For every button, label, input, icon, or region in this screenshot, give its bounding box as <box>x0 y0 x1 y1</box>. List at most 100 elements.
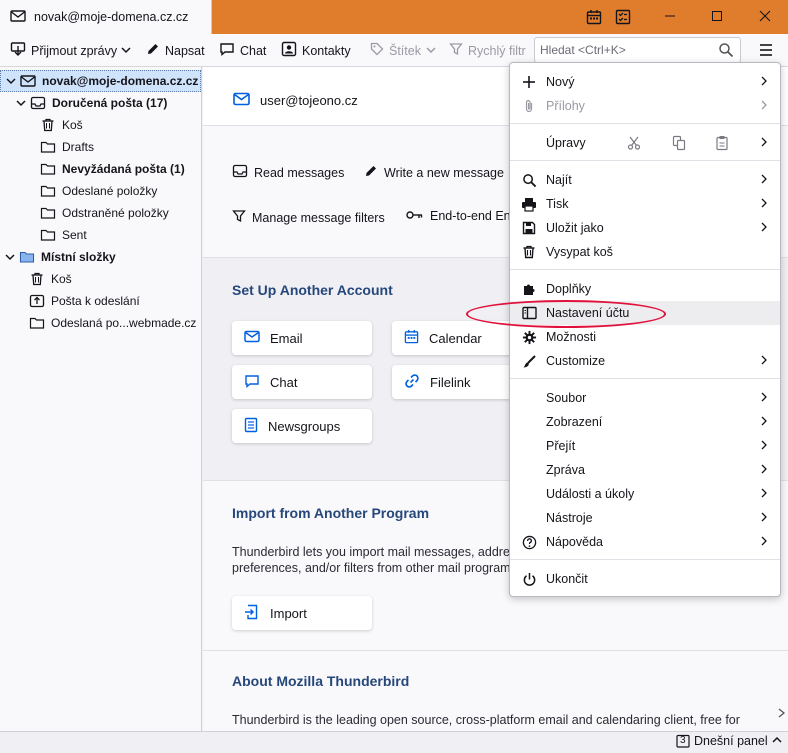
today-pane-toggle[interactable]: 3 Dnešní panel <box>676 734 782 748</box>
content-scrollbar[interactable] <box>778 707 786 725</box>
mail-icon <box>244 330 260 346</box>
folder-sent[interactable]: Sent <box>0 224 201 246</box>
folder-icon <box>40 227 56 243</box>
folder-local[interactable]: Místní složky <box>0 246 201 268</box>
folder-account[interactable]: novak@moje-domena.cz.cz <box>0 70 201 92</box>
menu-tools[interactable]: Nástroje <box>510 506 780 530</box>
import-button[interactable]: Import <box>232 596 372 630</box>
paperclip-icon <box>521 98 537 114</box>
app-menu: Nový Přílohy Úpravy Najít Tisk Uložit ja… <box>509 62 781 597</box>
menu-addons[interactable]: Doplňky <box>510 277 780 301</box>
pencil-icon <box>364 164 378 181</box>
chat-icon <box>244 374 260 391</box>
folder-icon <box>40 161 56 177</box>
plus-icon <box>521 74 537 90</box>
chevron-down-icon[interactable] <box>5 76 17 86</box>
app-menu-button[interactable] <box>756 41 776 59</box>
menu-save-as[interactable]: Uložit jako <box>510 216 780 240</box>
get-messages-icon <box>10 41 26 60</box>
folder-icon <box>40 205 56 221</box>
setup-newsgroups-button[interactable]: Newsgroups <box>232 409 372 443</box>
folder-sent-webmade[interactable]: Odeslaná po...webmade.cz <box>0 312 201 334</box>
chevron-right-icon <box>760 172 768 189</box>
menu-attachments[interactable]: Přílohy <box>510 94 780 118</box>
brush-icon <box>521 353 537 369</box>
tag-button[interactable]: Štítek <box>370 34 436 67</box>
close-button[interactable] <box>750 4 780 28</box>
tab-account[interactable]: novak@moje-domena.cz.cz <box>0 0 212 34</box>
calendar-icon[interactable] <box>585 8 603 26</box>
about-section: About Mozilla Thunderbird Thunderbird is… <box>203 650 788 731</box>
folder-drafts[interactable]: Drafts <box>0 136 201 158</box>
chevron-up-icon <box>772 734 782 748</box>
folder-junk[interactable]: Nevyžádaná pošta (1) <box>0 158 201 180</box>
get-messages-button[interactable]: Přijmout zprávy <box>10 34 117 67</box>
minimize-button[interactable] <box>655 4 685 28</box>
chevron-down-icon <box>426 44 436 58</box>
tasks-icon[interactable] <box>614 8 632 26</box>
menu-empty-trash[interactable]: Vysypat koš <box>510 240 780 264</box>
menu-go[interactable]: Přejít <box>510 434 780 458</box>
search-icon <box>718 42 734 61</box>
status-bar <box>0 731 788 753</box>
setup-chat-button[interactable]: Chat <box>232 365 372 399</box>
chat-icon <box>219 42 235 59</box>
account-settings-icon <box>521 305 537 321</box>
local-folders-icon <box>19 249 35 265</box>
outbox-icon <box>29 293 45 309</box>
printer-icon <box>521 196 537 212</box>
chevron-down-icon[interactable] <box>4 252 16 262</box>
folder-inbox[interactable]: Doručená pošta (17) <box>0 92 201 114</box>
menu-message[interactable]: Zpráva <box>510 458 780 482</box>
search-icon <box>521 172 537 188</box>
menu-new[interactable]: Nový <box>510 70 780 94</box>
menu-options[interactable]: Možnosti <box>510 325 780 349</box>
e2e-encryption-link[interactable]: End-to-end Enc <box>406 209 517 223</box>
contacts-button[interactable]: Kontakty <box>281 34 351 67</box>
cut-icon[interactable] <box>627 135 641 154</box>
chevron-down-icon <box>121 44 131 58</box>
write-message-link[interactable]: Write a new message <box>364 164 504 181</box>
menu-separator <box>510 269 780 270</box>
write-button[interactable]: Napsat <box>146 34 205 67</box>
menu-quit[interactable]: Ukončit <box>510 567 780 591</box>
search-input[interactable]: Hledat <Ctrl+K> <box>534 37 741 63</box>
folder-icon <box>40 139 56 155</box>
menu-view[interactable]: Zobrazení <box>510 410 780 434</box>
folder-deleted-items[interactable]: Odstraněné položky <box>0 202 201 224</box>
hamburger-icon <box>756 44 776 62</box>
copy-icon[interactable] <box>672 135 686 154</box>
chat-button[interactable]: Chat <box>219 34 266 67</box>
setup-email-button[interactable]: Email <box>232 321 372 355</box>
menu-account-settings[interactable]: Nastavení účtu <box>510 301 780 325</box>
manage-filters-link[interactable]: Manage message filters <box>232 209 385 226</box>
help-icon <box>521 534 537 550</box>
mail-icon <box>233 92 250 109</box>
pencil-icon <box>146 42 160 59</box>
menu-print[interactable]: Tisk <box>510 192 780 216</box>
menu-separator <box>510 378 780 379</box>
chevron-right-icon <box>760 98 768 115</box>
paste-icon[interactable] <box>715 135 729 154</box>
maximize-button[interactable] <box>702 4 732 28</box>
menu-find[interactable]: Najít <box>510 168 780 192</box>
chevron-right-icon <box>760 135 768 152</box>
get-messages-dropdown[interactable] <box>121 34 131 67</box>
import-icon <box>244 604 260 623</box>
folder-sent-items[interactable]: Odeslané položky <box>0 180 201 202</box>
chevron-right-icon <box>760 486 768 503</box>
folder-trash[interactable]: Koš <box>0 114 201 136</box>
chevron-down-icon[interactable] <box>15 98 27 108</box>
menu-events-tasks[interactable]: Události a úkoly <box>510 482 780 506</box>
mail-account-icon <box>20 73 36 89</box>
menu-separator <box>510 123 780 124</box>
menu-edit[interactable]: Úpravy <box>510 131 780 155</box>
menu-customize[interactable]: Customize <box>510 349 780 373</box>
folder-local-trash[interactable]: Koš <box>0 268 201 290</box>
filter-icon <box>449 42 463 59</box>
mail-account-icon <box>10 9 26 26</box>
menu-file[interactable]: Soubor <box>510 386 780 410</box>
folder-outbox[interactable]: Pošta k odeslání <box>0 290 201 312</box>
read-messages-link[interactable]: Read messages <box>232 164 344 181</box>
menu-help[interactable]: Nápověda <box>510 530 780 554</box>
